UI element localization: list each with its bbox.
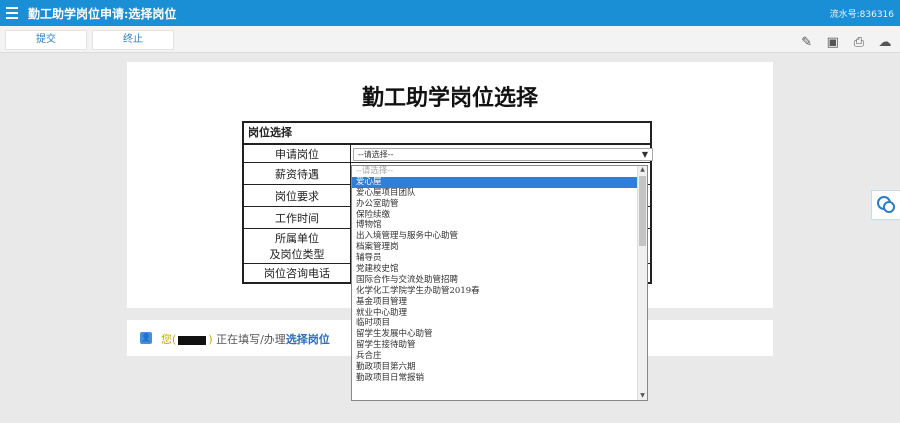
position-select[interactable]: --请选择-- ▼	[353, 148, 653, 161]
save-icon[interactable]: ▣	[826, 36, 840, 50]
label-unit-line2: 及岗位类型	[269, 248, 325, 261]
dropdown-option[interactable]: 国际合作与交流处助管招聘	[352, 275, 647, 286]
dropdown-option[interactable]: --请选择--	[352, 166, 647, 177]
dropdown-option[interactable]: 爱心屋项目团队	[352, 188, 647, 199]
dropdown-option[interactable]: 出入境管理与服务中心助管	[352, 231, 647, 242]
dropdown-option[interactable]: 档案管理岗	[352, 242, 647, 253]
dropdown-option[interactable]: 保险续缴	[352, 210, 647, 221]
app-title: 勤工助学岗位申请:选择岗位	[28, 7, 177, 21]
serial-number: 流水号:836316	[829, 10, 894, 20]
scroll-down-icon[interactable]: ▼	[638, 392, 647, 400]
user-icon: 👤	[140, 332, 152, 344]
label-work-time: 工作时间	[244, 207, 351, 228]
status-suffix: )	[208, 333, 213, 346]
section-title: 岗位选择	[244, 123, 650, 144]
stop-button[interactable]: 终止	[92, 30, 174, 50]
dropdown-option[interactable]: 临时项目	[352, 318, 647, 329]
dropdown-option[interactable]: 爱心屋	[352, 176, 647, 188]
submit-button[interactable]: 提交	[5, 30, 87, 50]
dropdown-option[interactable]: 办公室助管	[352, 199, 647, 210]
label-salary: 薪资待遇	[244, 163, 351, 184]
status-text: 您() 正在填写/办理选择岗位	[161, 331, 330, 347]
label-phone: 岗位咨询电话	[244, 264, 351, 282]
dropdown-scrollbar[interactable]: ▲ ▼	[637, 166, 647, 400]
label-unit: 所属单位 及岗位类型	[244, 229, 351, 263]
dropdown-option[interactable]: 就业中心助理	[352, 308, 647, 319]
position-dropdown[interactable]: --请选择-- 爱心屋 爱心屋项目团队 办公室助管 保险续缴 博物馆 出入境管理与服务中心助…	[351, 165, 648, 401]
chat-icon	[877, 196, 895, 213]
scroll-up-icon[interactable]: ▲	[638, 166, 647, 174]
dropdown-option[interactable]: 留学生发展中心助管	[352, 329, 647, 340]
menu-icon[interactable]	[6, 7, 18, 19]
status-prefix: 您(	[161, 333, 177, 346]
status-step: 选择岗位	[285, 333, 330, 346]
chat-button[interactable]	[871, 190, 900, 220]
dropdown-option[interactable]: 化学化工学院学生办助管2019春	[352, 286, 647, 297]
print-icon[interactable]: ⎙	[852, 36, 866, 50]
page-title: 勤工助学岗位选择	[361, 86, 538, 111]
dropdown-option[interactable]: 党建校史馆	[352, 264, 647, 275]
dropdown-option[interactable]: 勤政项目日常报销	[352, 373, 647, 384]
dropdown-option[interactable]: 博物馆	[352, 220, 647, 231]
dropdown-option[interactable]: 辅导员	[352, 253, 647, 264]
edit-icon[interactable]: ✎	[800, 36, 814, 50]
label-unit-line1: 所属单位	[275, 232, 319, 245]
scroll-thumb[interactable]	[639, 176, 646, 246]
cloud-icon[interactable]: ☁	[878, 36, 892, 50]
toolbar: 提交 终止 ✎ ▣ ⎙ ☁	[0, 26, 900, 53]
redacted-name	[178, 335, 207, 345]
dropdown-option[interactable]: 基金项目管理	[352, 297, 647, 308]
chevron-down-icon: ▼	[641, 150, 648, 159]
dropdown-option[interactable]: 兵合庄	[352, 351, 647, 362]
dropdown-option[interactable]: 勤政项目第六期	[352, 362, 647, 373]
top-bar: 勤工助学岗位申请:选择岗位 流水号:836316	[0, 0, 900, 26]
dropdown-option[interactable]: 留学生接待助管	[352, 340, 647, 351]
status-middle: 正在填写/办理	[216, 333, 286, 346]
label-position: 申请岗位	[244, 145, 351, 162]
label-requirements: 岗位要求	[244, 185, 351, 206]
select-value: --请选择--	[358, 150, 394, 159]
